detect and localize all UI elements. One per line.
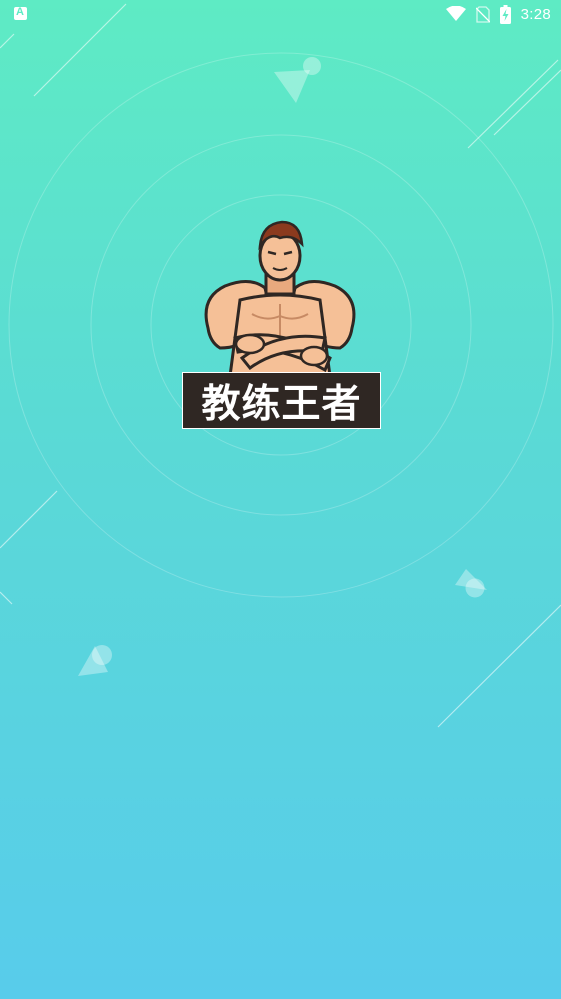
app-title: 教练王者: [201, 381, 362, 427]
wifi-icon: [445, 6, 466, 21]
status-time: 3:28: [520, 5, 551, 23]
no-sim-icon: [475, 5, 490, 23]
status-right: 3:28: [445, 4, 551, 24]
battery-charging-icon: [499, 4, 511, 24]
background-decoration: [0, 3, 561, 728]
notification-app-icon: [14, 6, 27, 20]
status-bar: 3:28: [0, 0, 561, 28]
bodybuilder-mascot-icon: [204, 220, 356, 378]
app-title-banner: 教练王者: [182, 372, 381, 429]
